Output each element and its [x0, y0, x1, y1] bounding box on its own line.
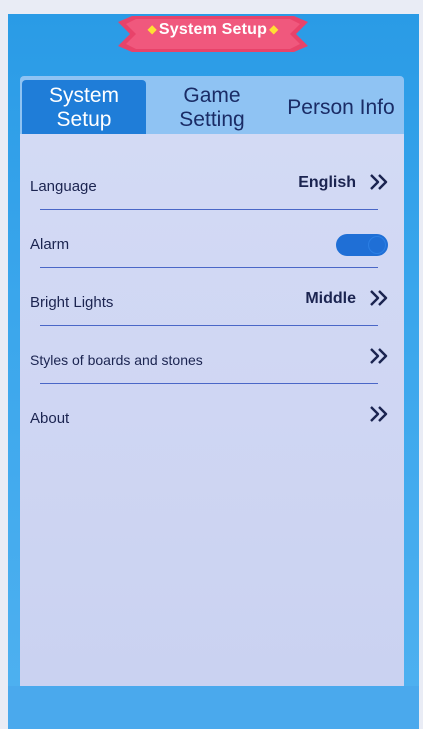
double-chevron-right-icon — [370, 406, 388, 422]
page-title-text: System Setup — [158, 21, 268, 38]
toggle-knob — [368, 236, 386, 254]
tab-label-line1: System — [48, 83, 119, 107]
diamond-icon: ◆ — [269, 22, 279, 36]
tab-label-line1: Game — [183, 83, 241, 107]
tab-bar: System Setup Game Setting Person Info — [20, 76, 404, 139]
setting-row-bright-lights[interactable]: Bright Lights Middle — [20, 268, 404, 326]
tab-person-info[interactable]: Person Info — [276, 76, 406, 139]
tab-label-line2: Setup — [56, 107, 112, 131]
double-chevron-right-icon — [370, 290, 388, 306]
double-chevron-right-icon — [370, 348, 388, 364]
tab-label: Person Info — [287, 95, 395, 119]
double-chevron-right-icon — [370, 174, 388, 190]
setting-label: Styles of boards and stones — [30, 352, 203, 368]
setting-row-alarm[interactable]: Alarm — [20, 210, 404, 268]
tab-system-setup[interactable]: System Setup — [22, 80, 146, 135]
setting-label: Language — [30, 178, 97, 195]
setting-label: About — [30, 410, 70, 427]
tab-label-line2: Setting — [179, 107, 245, 131]
diamond-icon: ◆ — [147, 22, 157, 36]
page-title: ◆ System Setup ◆ — [118, 21, 308, 39]
setting-value: English — [298, 174, 356, 191]
setting-label: Alarm — [30, 236, 70, 253]
setting-row-language[interactable]: Language English — [20, 152, 404, 210]
settings-panel: Language English Alarm Bright Lights Mid… — [20, 134, 404, 686]
setting-label: Bright Lights — [30, 294, 114, 311]
bottom-bar — [8, 686, 419, 729]
setting-row-about[interactable]: About — [20, 384, 404, 442]
setting-value: Middle — [305, 290, 356, 307]
alarm-toggle[interactable] — [336, 234, 388, 256]
app-screen: ◆ System Setup ◆ System Setup Game Setting… — [8, 14, 419, 729]
title-banner: ◆ System Setup ◆ — [118, 14, 308, 54]
tab-game-setting[interactable]: Game Setting — [152, 76, 272, 139]
setting-row-styles[interactable]: Styles of boards and stones — [20, 326, 404, 384]
